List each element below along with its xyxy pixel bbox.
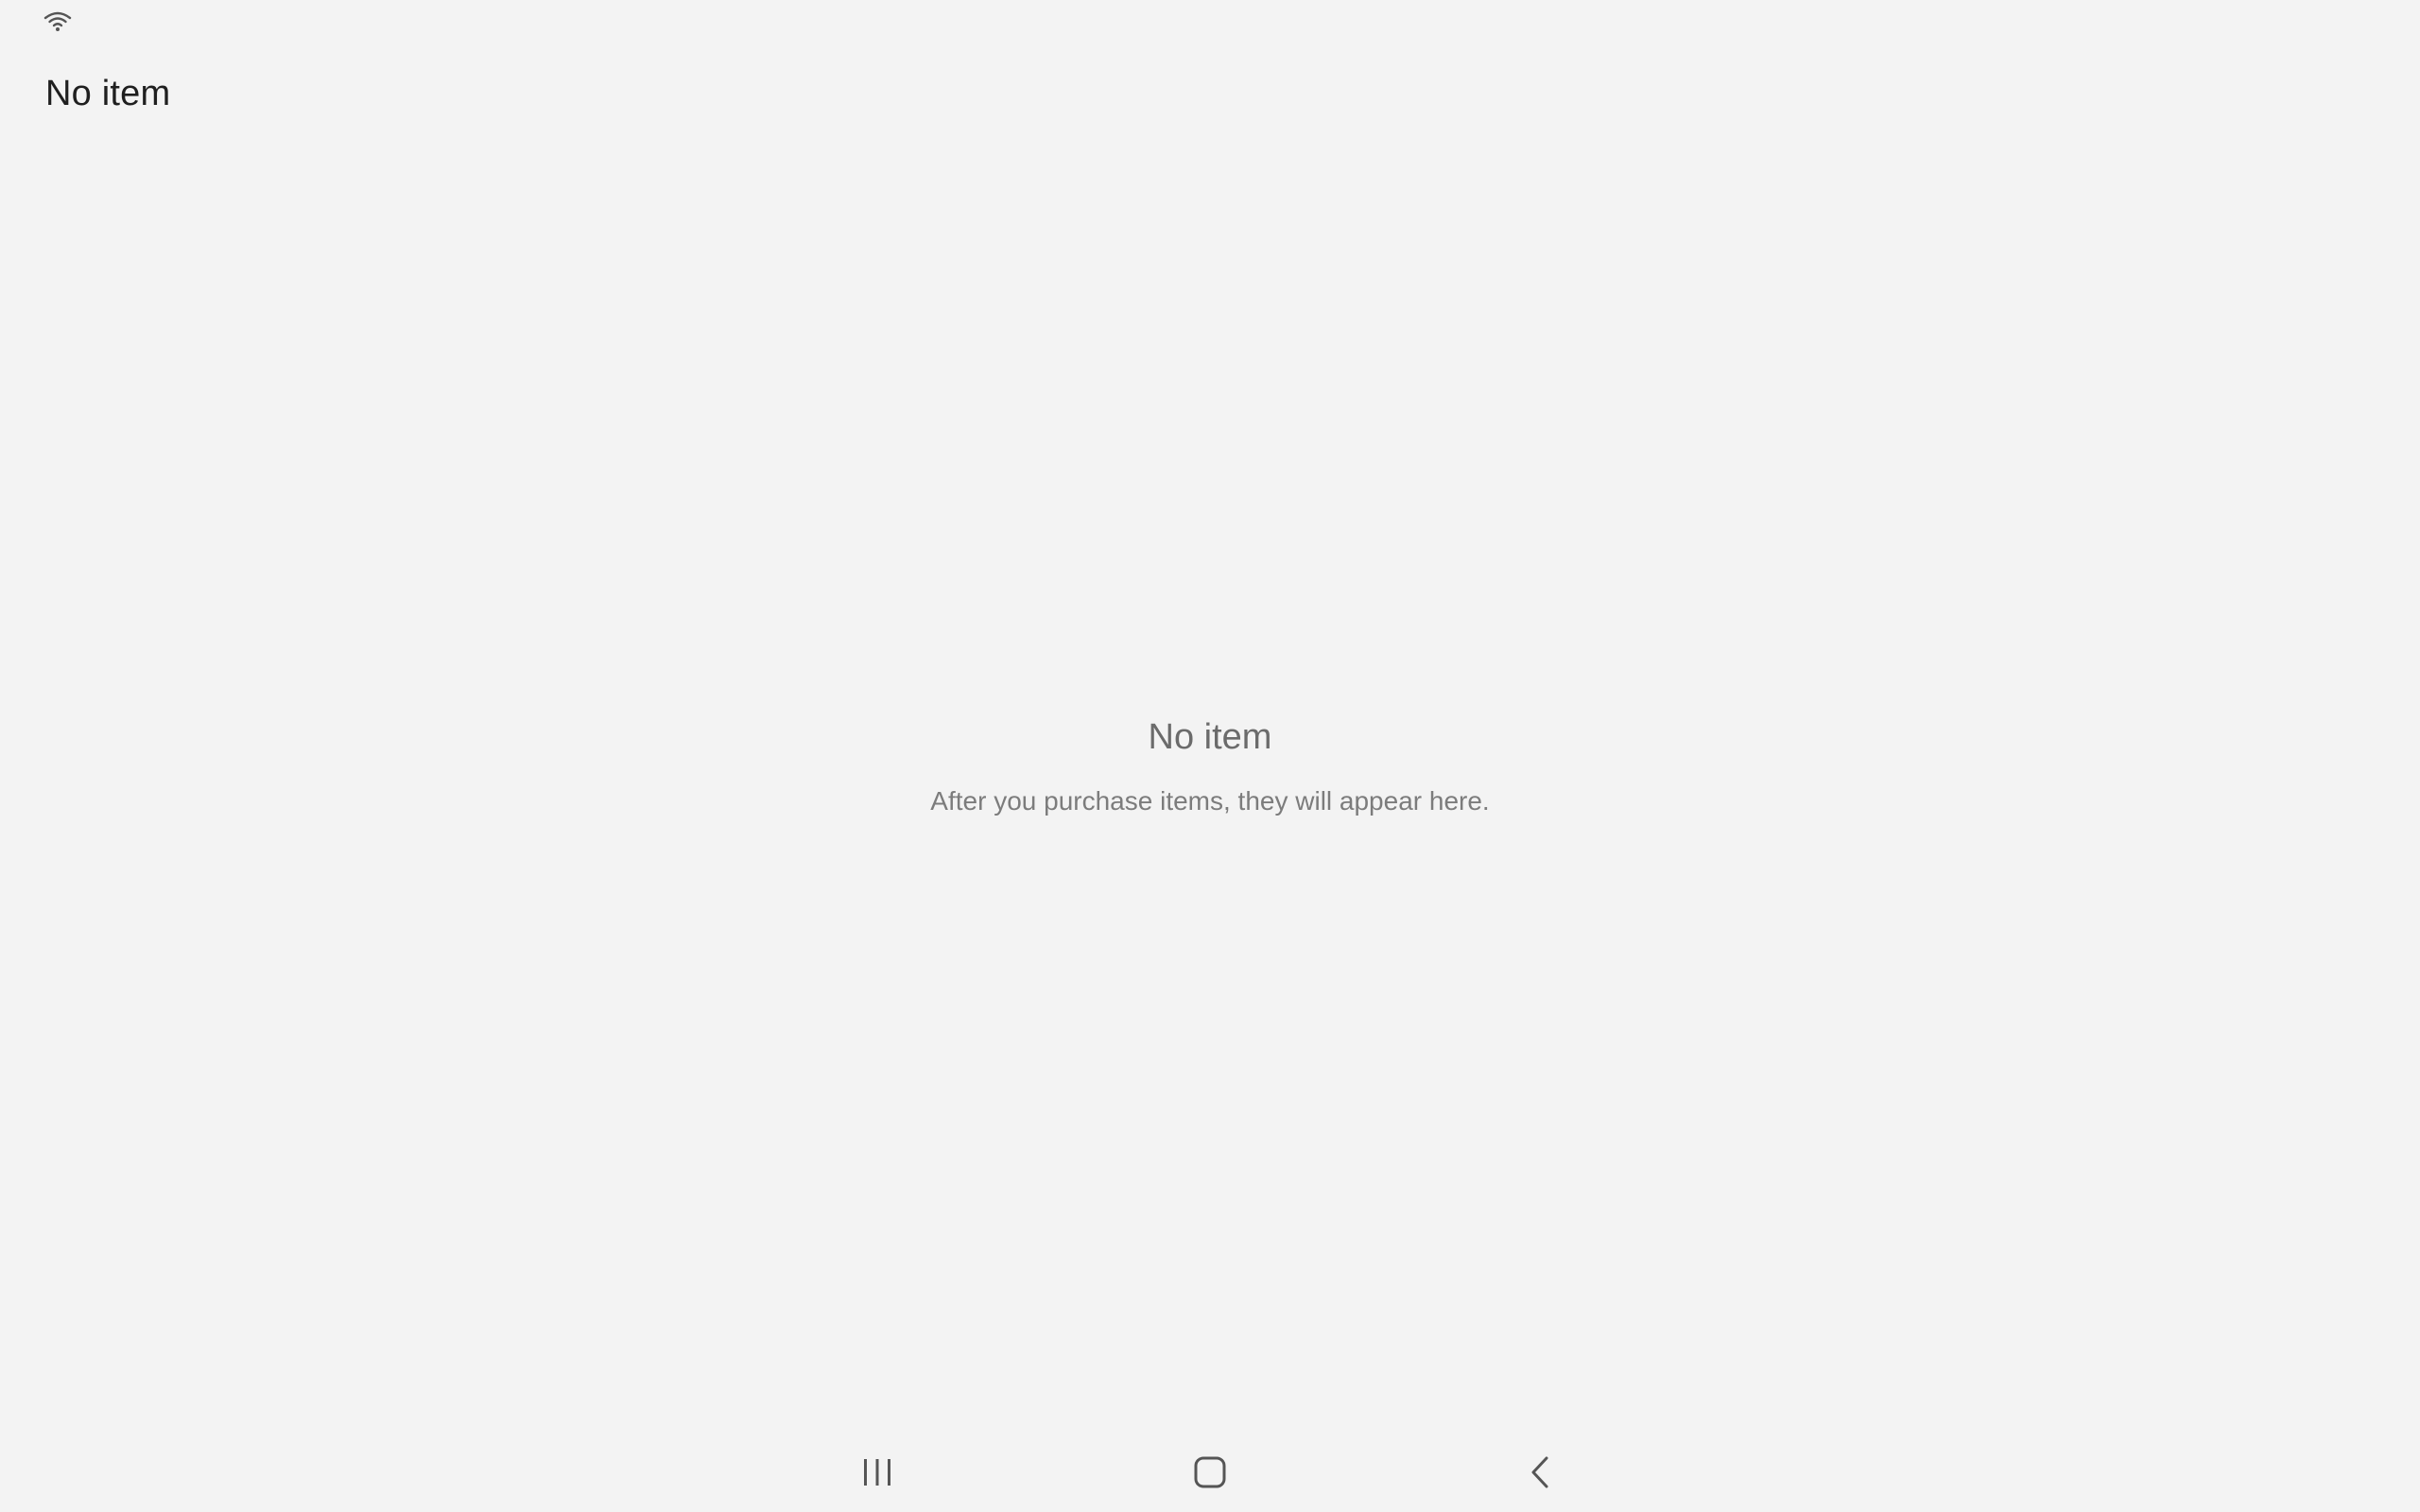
wifi-icon [43, 11, 72, 31]
back-icon [1531, 1456, 1548, 1488]
empty-state: No item After you purchase items, they w… [0, 711, 2420, 820]
empty-state-subtitle: After you purchase items, they will appe… [930, 786, 1490, 816]
recents-icon [864, 1459, 890, 1486]
status-bar [0, 0, 2420, 42]
home-icon [1194, 1456, 1226, 1488]
empty-state-title: No item [1148, 717, 1272, 757]
page-title: No item [45, 74, 171, 113]
home-button[interactable] [1182, 1444, 1238, 1501]
back-button[interactable] [1512, 1444, 1569, 1501]
navigation-bar [0, 1425, 2420, 1512]
recents-button[interactable] [849, 1444, 906, 1501]
